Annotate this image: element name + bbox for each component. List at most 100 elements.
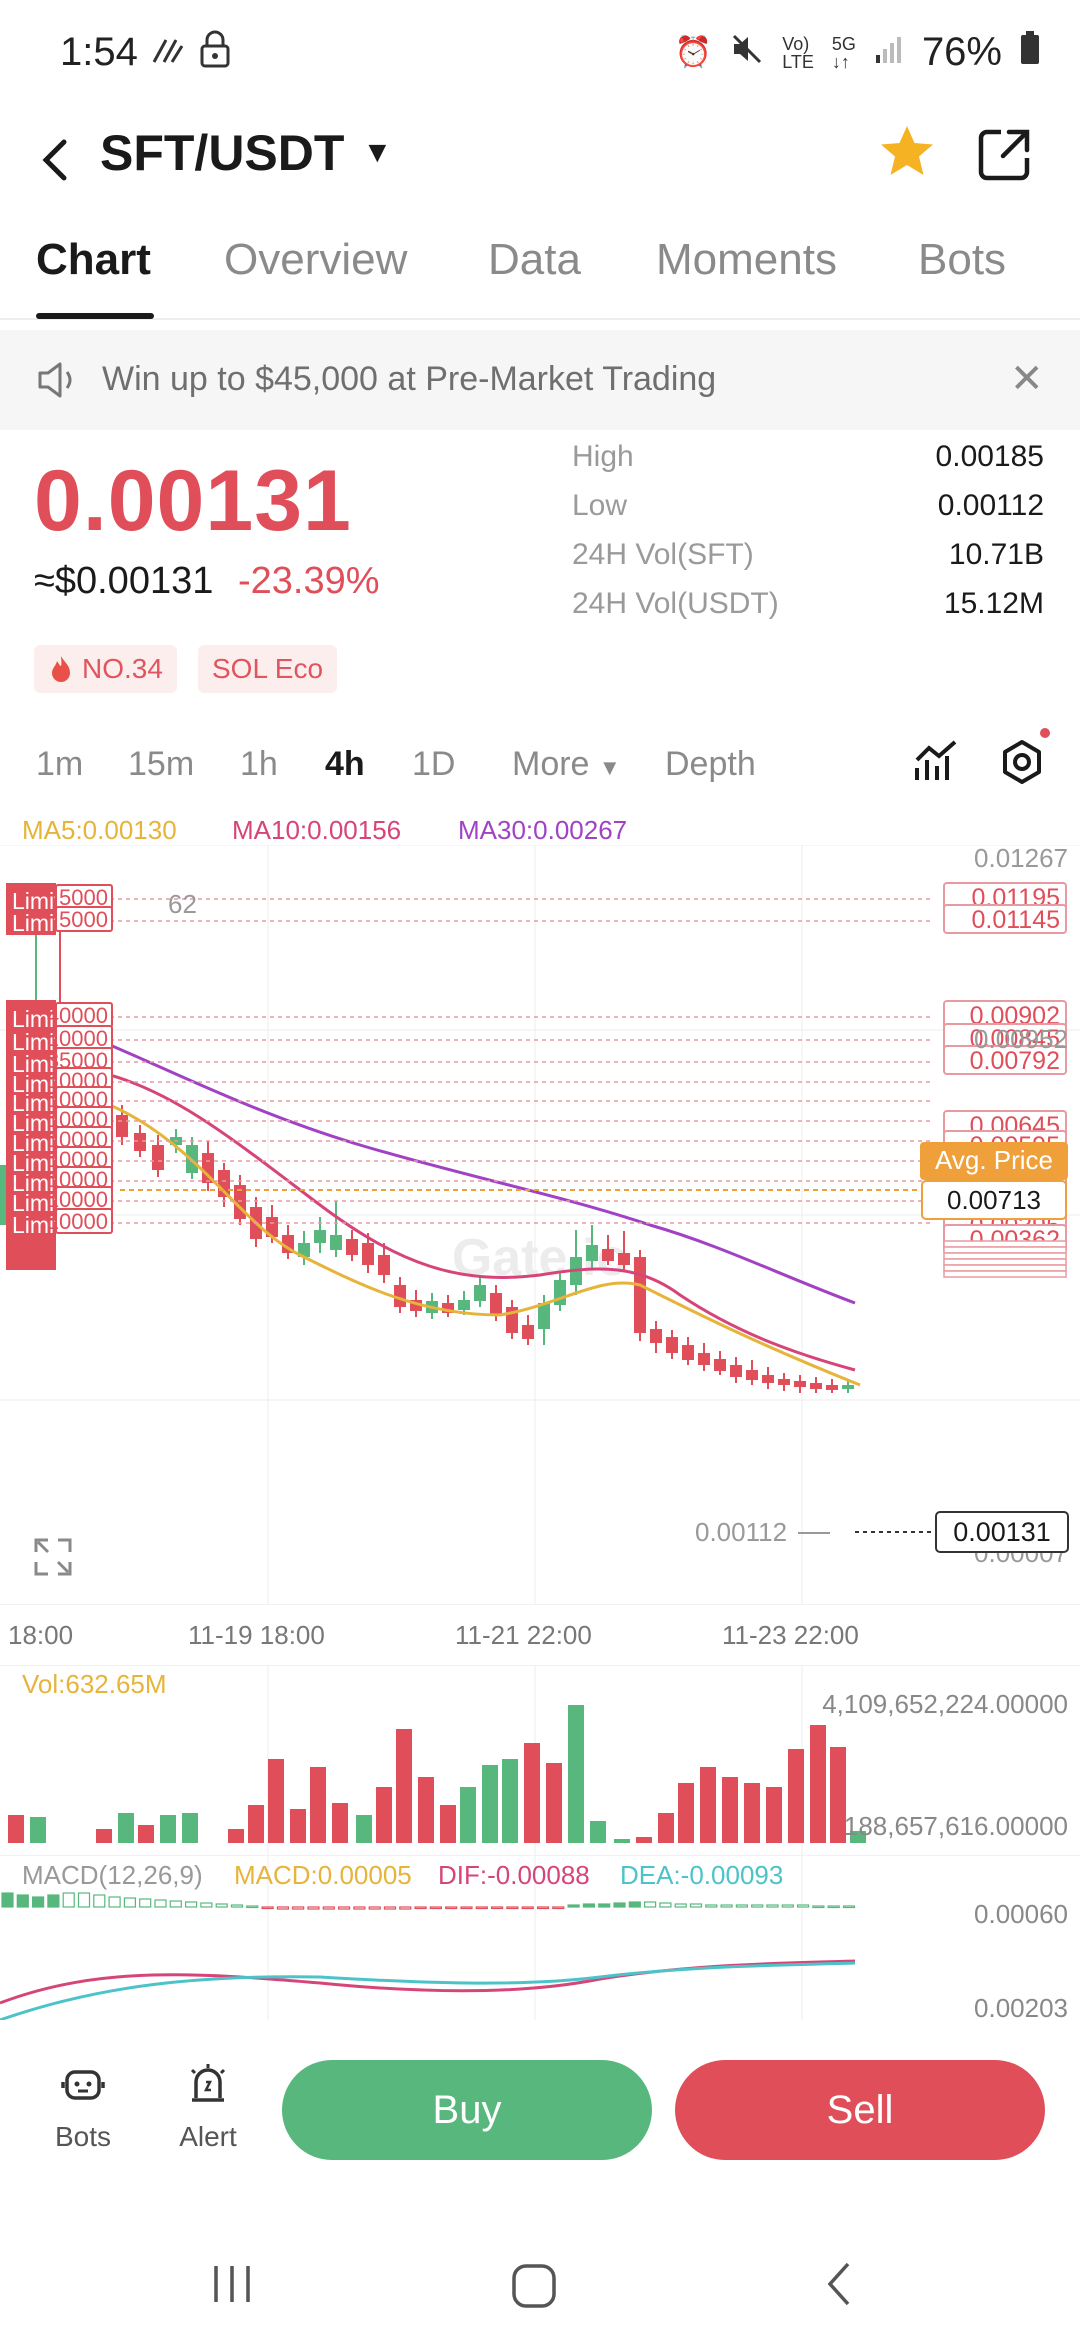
x-tick-1: 11-19 18:00 [188, 1620, 325, 1650]
volume-bar [524, 1743, 540, 1843]
volume-bar [658, 1813, 674, 1843]
candle-body [698, 1353, 710, 1365]
system-nav-bar [0, 2230, 1080, 2340]
macd-bar [338, 1906, 351, 1910]
interval-1m[interactable]: 1m [36, 745, 83, 784]
y-tick-mid: 0.00952 [974, 1024, 1068, 1054]
battery-icon [1020, 30, 1040, 75]
stat-vol-sft-value: 10.71B [948, 538, 1044, 571]
recents-icon [214, 2266, 250, 2302]
volume-bar [744, 1783, 760, 1843]
tab-moments[interactable]: Moments [656, 235, 837, 285]
macd-bar [628, 1901, 641, 1908]
volume-bar [766, 1787, 782, 1843]
system-back-button[interactable] [818, 2260, 866, 2313]
volume-bar [290, 1809, 306, 1843]
tab-chart[interactable]: Chart [36, 235, 151, 285]
last-price-tag: 0.00131 [953, 1517, 1051, 1547]
macd-label: MACD(12,26,9) [22, 1860, 203, 1890]
volume-bar [118, 1813, 134, 1843]
hidden-high-label: 62 [168, 889, 197, 919]
volume-bar [546, 1763, 562, 1843]
candle-body [778, 1379, 790, 1385]
macd-bar [230, 1904, 244, 1908]
usd-price: ≈$0.00131 [34, 560, 214, 602]
interval-more[interactable]: More ▼ [512, 745, 621, 784]
macd-bar [169, 1900, 182, 1908]
interval-15m[interactable]: 15m [128, 745, 194, 784]
macd-bar [261, 1906, 274, 1910]
interval-4h[interactable]: 4h [325, 745, 365, 784]
settings-icon[interactable] [998, 738, 1046, 786]
volume-bar [268, 1759, 284, 1843]
interval-1h[interactable]: 1h [240, 745, 278, 784]
share-icon [978, 129, 1030, 181]
tab-overview[interactable]: Overview [224, 235, 407, 285]
pair-selector[interactable]: SFT/USDT ▼ [100, 124, 392, 182]
macd-bar [246, 1905, 259, 1909]
battery-level: 76% [921, 30, 1002, 74]
price-change: -23.39% [238, 560, 380, 602]
limit-qty: 40000 [47, 1003, 108, 1028]
volume-bar [332, 1803, 348, 1843]
macd-value: MACD:0.00005 [234, 1860, 412, 1890]
back-icon [827, 2262, 850, 2306]
volume-bar [30, 1817, 46, 1843]
candle-body [682, 1345, 694, 1360]
macd-bar [643, 1901, 657, 1908]
candle-body [330, 1235, 342, 1250]
bots-button[interactable]: Bots [28, 2060, 138, 2153]
recent-apps-button[interactable] [208, 2260, 256, 2313]
interval-1d[interactable]: 1D [412, 745, 455, 784]
alert-label: Alert [179, 2121, 237, 2152]
low-marker: 0.00112 [695, 1517, 787, 1547]
macd-bar [766, 1904, 779, 1908]
macd-bar [460, 1906, 473, 1910]
macd-y-bottom: 0.00203 [974, 1993, 1068, 2020]
candle-body [746, 1370, 758, 1380]
fullscreen-icon[interactable] [34, 1538, 72, 1576]
stat-low-value: 0.00112 [937, 489, 1044, 522]
chevron-left-icon [42, 139, 67, 181]
tab-bar: Chart Overview Data Moments Bots [0, 235, 1080, 320]
candle-body [538, 1303, 550, 1329]
tab-bots[interactable]: Bots [918, 235, 1006, 285]
volume-bar [678, 1783, 694, 1843]
tag-badge[interactable]: SOL Eco [198, 645, 338, 693]
price-level-stack [943, 1270, 1067, 1278]
sell-button[interactable]: Sell [675, 2060, 1045, 2160]
depth-tab[interactable]: Depth [665, 745, 756, 784]
dif-value: DIF:-0.00088 [438, 1860, 590, 1890]
stat-vol-usdt-value: 15.12M [943, 587, 1044, 620]
macd-bar [31, 1896, 45, 1908]
macd-bar [475, 1906, 488, 1910]
macd-bar [292, 1906, 305, 1910]
candlestick-chart[interactable]: Gate.io Limit5000Limit5000Limit40000Limi… [0, 845, 1080, 1605]
stat-vol-usdt-label: 24H Vol(USDT) [572, 587, 779, 620]
macd-bar [368, 1906, 381, 1910]
back-button[interactable] [28, 130, 88, 190]
buy-button[interactable]: Buy [282, 2060, 652, 2160]
macd-bar [689, 1903, 703, 1908]
favorite-button[interactable] [875, 120, 939, 184]
x-tick-0: 18:00 [8, 1620, 74, 1650]
candle-body [666, 1337, 678, 1353]
ma5-legend: MA5:0.00130 [22, 815, 177, 845]
macd-bar [414, 1906, 427, 1910]
promo-banner[interactable]: Win up to $45,000 at Pre-Market Trading … [0, 330, 1080, 430]
alert-button[interactable]: Alert [153, 2060, 263, 2153]
rank-badge[interactable]: NO.34 [34, 645, 177, 693]
avg-price-label: Avg. Price [935, 1145, 1053, 1175]
indicator-icon[interactable] [913, 738, 959, 784]
limit-orders-left[interactable]: Limit5000Limit5000Limit40000Limit10000Li… [6, 883, 930, 1270]
macd-bar [491, 1906, 504, 1910]
close-icon[interactable]: ✕ [1010, 356, 1044, 402]
volte-icon: Vo) LTE [782, 33, 814, 72]
macd-bar [276, 1906, 289, 1910]
tab-data[interactable]: Data [488, 235, 581, 285]
banner-text: Win up to $45,000 at Pre-Market Trading [102, 360, 717, 398]
macd-bar [720, 1904, 733, 1908]
share-button[interactable] [975, 124, 1035, 184]
home-button[interactable] [510, 2262, 558, 2315]
volume-bar [138, 1825, 154, 1843]
